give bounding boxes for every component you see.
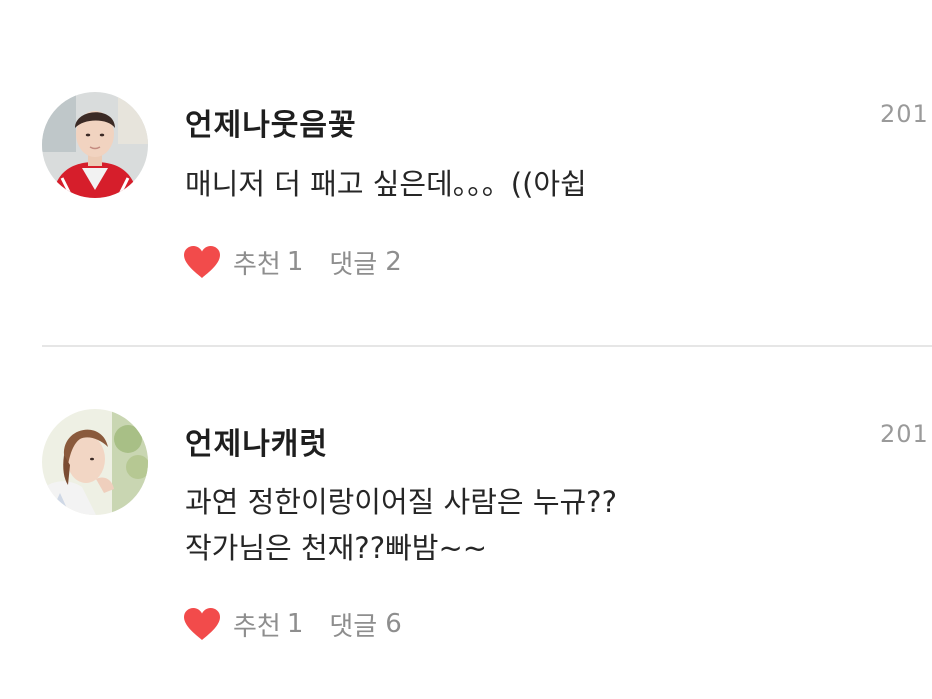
username[interactable]: 언제나웃음꽃 [185, 100, 357, 144]
comment-actions: 추천 1 댓글 2 [183, 242, 402, 282]
comment-text-line: 매니저 더 패고 싶은데。。。((아쉽 [185, 167, 587, 201]
reply-label[interactable]: 댓글 [329, 244, 377, 281]
comment-date: 201 [880, 100, 929, 128]
reply-label[interactable]: 댓글 [329, 606, 377, 643]
like-label[interactable]: 추천 [233, 244, 281, 281]
comment-date: 201 [880, 420, 929, 448]
like-count: 1 [286, 247, 304, 277]
username[interactable]: 언제나캐럿 [185, 419, 328, 463]
comment-text: 과연 정한이랑이어질 사람은 누규?? 작가님은 천재??빠밤~~ [185, 479, 885, 571]
comment-text: 매니저 더 패고 싶은데。。。((아쉽 [185, 161, 885, 207]
avatar[interactable] [42, 92, 148, 198]
reply-count: 6 [385, 609, 402, 639]
heart-icon[interactable] [183, 245, 221, 279]
avatar[interactable] [42, 409, 148, 515]
comment-text-line: 과연 정한이랑이어질 사람은 누규?? [185, 485, 617, 519]
comment-actions: 추천 1 댓글 6 [183, 604, 402, 644]
comment-text-line: 작가님은 천재??빠밤~~ [185, 531, 488, 565]
like-label[interactable]: 추천 [233, 606, 281, 643]
comment-item: 언제나캐럿 201 과연 정한이랑이어질 사람은 누규?? 작가님은 천재??빠… [0, 347, 932, 699]
like-count: 1 [286, 609, 304, 639]
comment-item: 언제나웃음꽃 201 매니저 더 패고 싶은데。。。((아쉽 추천 1 댓글 2 [0, 0, 932, 345]
heart-icon[interactable] [183, 607, 221, 641]
reply-count: 2 [385, 247, 402, 277]
